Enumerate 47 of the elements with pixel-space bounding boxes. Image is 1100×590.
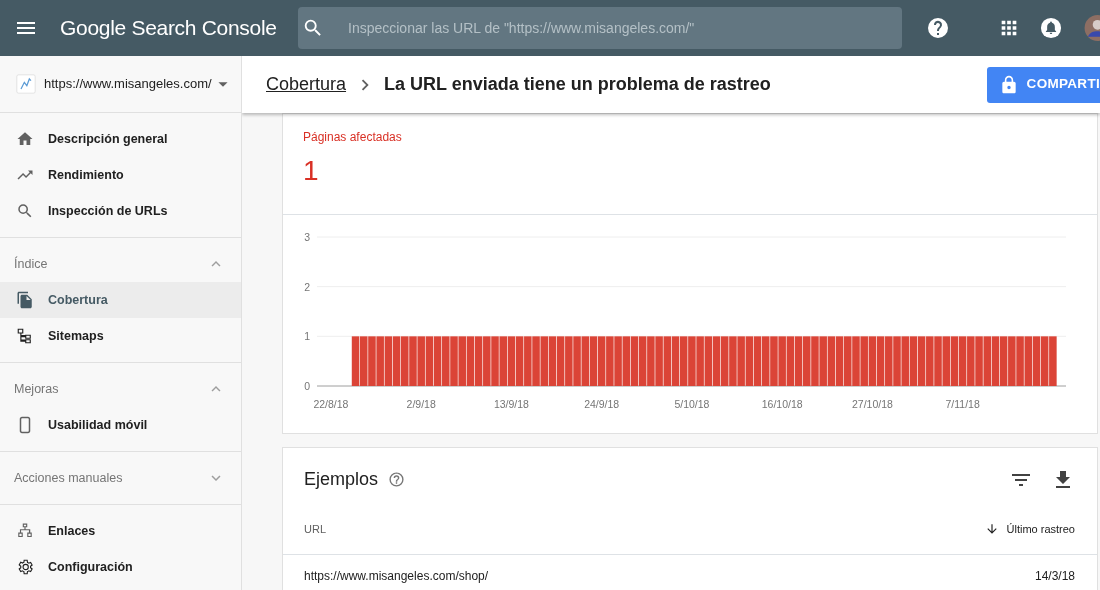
nav-item[interactable]: Rendimiento	[0, 157, 241, 193]
search-icon	[302, 17, 324, 39]
card-title: Ejemplos	[304, 468, 379, 491]
axis-label: 7/11/18	[945, 398, 980, 410]
axis-label: 0	[304, 380, 310, 392]
help-icon[interactable]	[926, 16, 950, 40]
axis-label: 3	[304, 231, 310, 243]
home-icon	[16, 130, 34, 148]
notifications-icon[interactable]	[1040, 17, 1062, 39]
nav-item[interactable]: Enlaces	[0, 513, 241, 549]
help-icon[interactable]	[388, 471, 406, 488]
axis-label: 1	[304, 330, 310, 343]
network-icon	[16, 522, 34, 540]
axis-label: 13/9/18	[493, 398, 529, 410]
axis-label: 5/10/18	[674, 398, 710, 410]
share-button[interactable]: COMPARTI	[986, 66, 1100, 103]
sitemap-icon	[16, 327, 34, 345]
site-favicon-icon	[16, 74, 36, 94]
axis-label: 2/9/18	[406, 398, 436, 410]
pages-icon	[16, 291, 34, 309]
metric-label: Páginas afectadas	[303, 129, 403, 146]
section-heading[interactable]: Acciones manuales	[14, 468, 123, 488]
axis-label: 27/10/18	[851, 398, 893, 410]
axis-label: 2	[304, 280, 310, 293]
property-selector[interactable]: https://www.misangeles.com/	[44, 74, 212, 94]
table-cell-text: 14/3/18	[1034, 567, 1075, 585]
breadcrumb-link[interactable]: Cobertura	[266, 71, 347, 98]
page-title: La URL enviada tiene un problema de rastreo	[384, 73, 772, 96]
nav-item[interactable]: Configuración	[0, 549, 241, 585]
table-cell-text: https://www.misangeles.com/shop/	[304, 567, 489, 585]
metric-value: 1	[303, 154, 320, 188]
column-header[interactable]: URL	[304, 521, 326, 538]
column-header[interactable]: Último rastreo	[1006, 521, 1075, 538]
nav-item[interactable]: Cobertura	[0, 282, 241, 318]
axis-label: 24/9/18	[584, 398, 620, 410]
nav-item[interactable]: Inspección de URLs	[0, 193, 241, 229]
nav-item[interactable]: Sitemaps	[0, 318, 241, 354]
search-icon	[16, 202, 34, 220]
section-heading[interactable]: Índice	[14, 254, 48, 274]
nav-item[interactable]: Descripción general	[0, 121, 241, 157]
axis-label: 16/10/18	[761, 398, 803, 410]
app-title: Google Search Console	[60, 15, 278, 42]
nav-item[interactable]: Usabilidad móvil	[0, 407, 241, 443]
settings-icon	[16, 558, 34, 576]
search-field[interactable]: Inspeccionar las URL de "https://www.misangeles.com/"	[298, 7, 902, 49]
axis-label: 22/8/18	[313, 398, 349, 410]
section-heading[interactable]: Mejoras	[14, 379, 59, 399]
